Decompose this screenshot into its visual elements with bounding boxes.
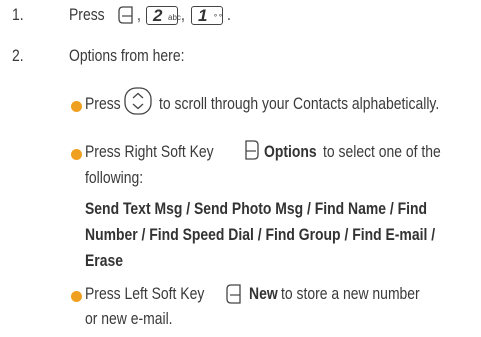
options-list-line-1: Send Text Msg / Send Photo Msg / Find Na… [85,199,428,218]
bullet-dot-2 [71,149,82,160]
bullet-2-pre: Press Right Soft Key [85,142,214,161]
left-soft-key-icon-2 [226,284,241,304]
navigation-key-icon [124,87,152,115]
bullet-dot-3 [71,291,82,302]
step-1-period: . [227,5,231,24]
step-2-intro: Options from here: [69,46,185,65]
key-2-abc: 2 abc [146,6,181,25]
step-number-1: 1. [12,5,24,24]
right-soft-key-icon [245,140,259,160]
bullet-3-new-label: New [249,284,278,303]
bullet-3-pre: Press Left Soft Key [85,284,205,303]
bullet-2-options-label: Options [264,142,317,161]
key-1-voicemail: 1 ∘∘ [191,6,223,25]
step-1-press-text: Press [69,5,105,24]
key-1-symbol: ∘∘ [213,11,224,20]
step-number-2: 2. [12,46,24,65]
bullet-2-line2: following: [85,168,144,187]
bullet-3-post: to store a new number [281,284,420,303]
bullet-2-post: to select one of the [323,142,441,161]
left-soft-key-icon [118,6,133,24]
bullet-1-post: to scroll through your Contacts alphabet… [159,94,440,113]
bullet-1-pre: Press [85,94,121,113]
options-list-line-2: Number / Find Speed Dial / Find Group / … [85,225,436,244]
options-list-line-3: Erase [85,251,123,270]
bullet-3-line2: or new e-mail. [85,309,173,328]
step-1-comma-1: , [137,5,141,24]
step-1-comma-2: , [181,5,185,24]
key-2-digit: 2 [153,6,163,25]
key-1-digit: 1 [198,6,208,25]
key-2-letters: abc [168,13,181,22]
bullet-dot-1 [71,101,82,112]
